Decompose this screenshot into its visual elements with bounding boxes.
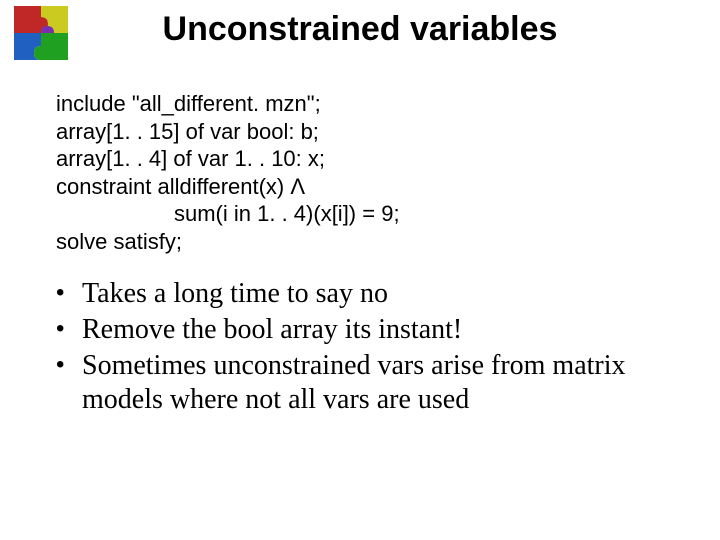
slide: Unconstrained variables include "all_dif… <box>0 0 720 540</box>
code-line: array[1. . 4] of var 1. . 10: x; <box>56 145 720 173</box>
bullet-dot-icon: • <box>56 349 82 380</box>
code-line: solve satisfy; <box>56 228 720 256</box>
code-line: array[1. . 15] of var bool: b; <box>56 118 720 146</box>
bullet-dot-icon: • <box>56 277 82 308</box>
bullet-item: • Remove the bool array its instant! <box>56 313 670 347</box>
bullet-text: Takes a long time to say no <box>82 277 670 311</box>
code-line: sum(i in 1. . 4)(x[i]) = 9; <box>56 200 720 228</box>
bullet-dot-icon: • <box>56 313 82 344</box>
bullet-item: • Takes a long time to say no <box>56 277 670 311</box>
code-line: include "all_different. mzn"; <box>56 90 720 118</box>
slide-title: Unconstrained variables <box>0 10 720 49</box>
bullet-item: • Sometimes unconstrained vars arise fro… <box>56 349 670 417</box>
slide-header: Unconstrained variables <box>0 0 720 62</box>
code-line: constraint alldifferent(x) Λ <box>56 173 720 201</box>
code-block: include "all_different. mzn"; array[1. .… <box>56 90 720 255</box>
bullet-text: Sometimes unconstrained vars arise from … <box>82 349 670 417</box>
bullet-text: Remove the bool array its instant! <box>82 313 670 347</box>
bullet-list: • Takes a long time to say no • Remove t… <box>56 277 670 418</box>
